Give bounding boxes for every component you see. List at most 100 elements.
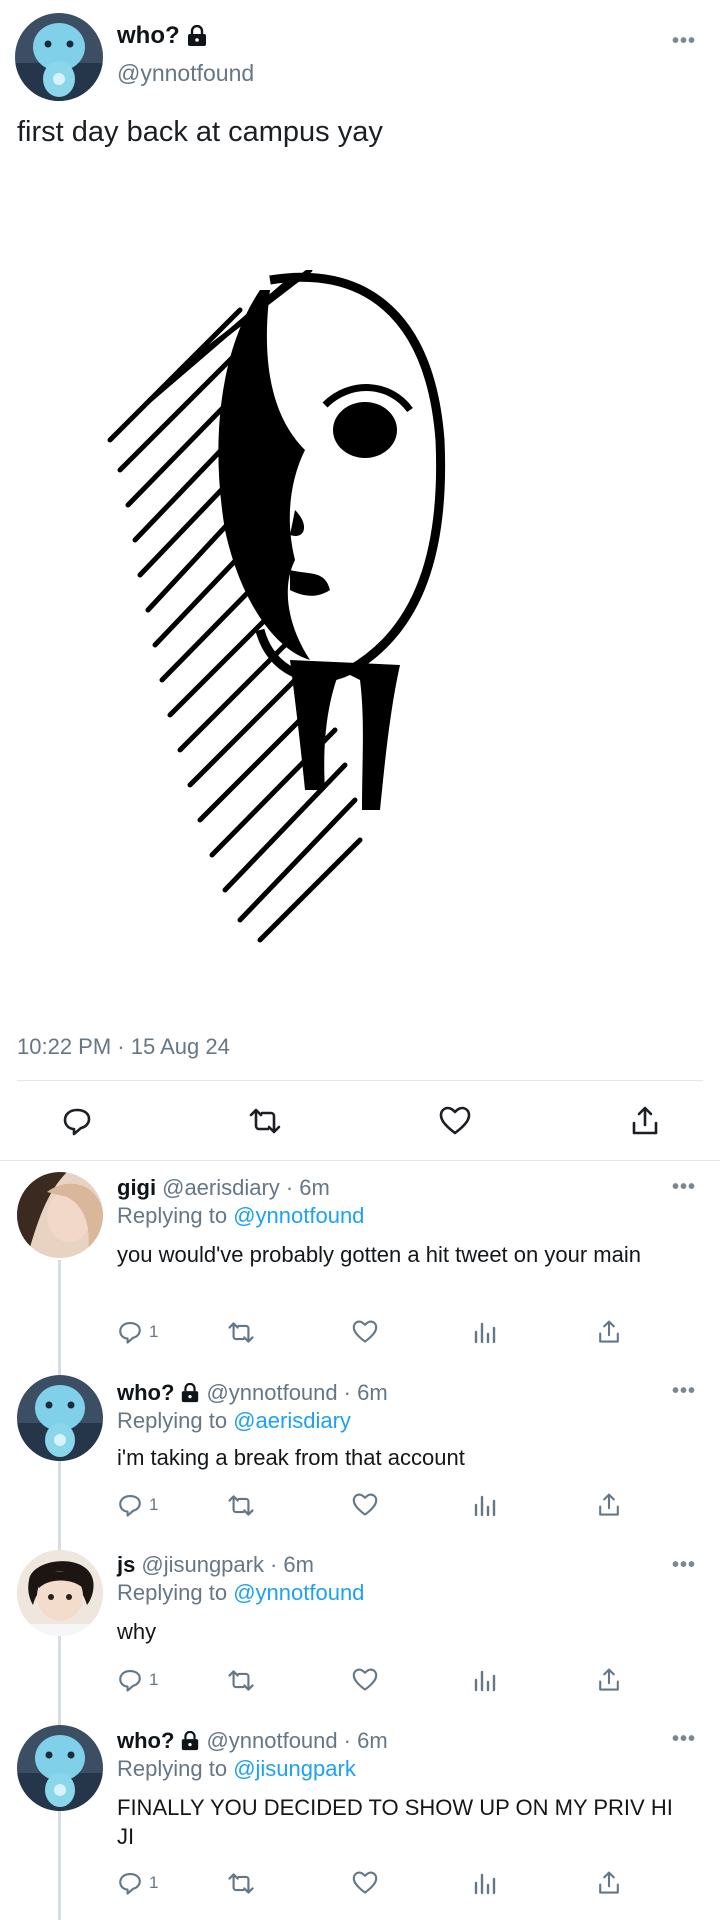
reply-icon [119, 1495, 141, 1517]
replying-to-prefix: Replying to [117, 1408, 228, 1433]
main-author[interactable]: who? [117, 22, 208, 50]
share-icon [599, 1668, 619, 1691]
reply-button[interactable]: 1 [117, 1665, 158, 1695]
reply-author-name[interactable]: who? [117, 1380, 174, 1406]
like-icon [439, 1106, 471, 1135]
lock-icon [182, 1383, 199, 1403]
replying-to-prefix: Replying to [117, 1203, 228, 1228]
photo-avatar-icon [17, 1550, 103, 1636]
reply-author-handle[interactable]: @aerisdiary [162, 1175, 280, 1201]
like-button[interactable] [352, 1490, 378, 1520]
retweet-button[interactable] [227, 1868, 255, 1898]
reply-icon [63, 1108, 91, 1136]
retweet-button[interactable] [227, 1665, 255, 1695]
main-avatar[interactable] [15, 13, 103, 101]
reply-text: FINALLY YOU DECIDED TO SHOW UP ON MY PRI… [117, 1795, 673, 1849]
retweet-button[interactable] [227, 1317, 255, 1347]
reply-avatar[interactable] [17, 1550, 103, 1636]
like-icon [352, 1493, 378, 1516]
share-button[interactable] [597, 1490, 621, 1520]
retweet-icon [228, 1321, 254, 1343]
lock-icon [182, 1731, 199, 1751]
share-button[interactable] [620, 1096, 670, 1146]
reply-count: 1 [149, 1873, 159, 1892]
reply-author-handle[interactable]: @jisungpark [141, 1552, 264, 1578]
more-options-icon[interactable]: ••• [672, 1728, 696, 1751]
like-icon [352, 1871, 378, 1894]
more-options-icon[interactable]: ••• [672, 1176, 696, 1199]
blue-figure-avatar-icon [17, 1725, 103, 1811]
reply-author-name[interactable]: who? [117, 1728, 174, 1754]
reply-button[interactable]: 1 [117, 1868, 158, 1898]
retweet-button[interactable] [227, 1490, 255, 1520]
share-icon [632, 1106, 658, 1135]
like-button[interactable] [352, 1317, 378, 1347]
more-options-icon[interactable]: ••• [672, 1380, 696, 1403]
retweet-icon [249, 1108, 281, 1134]
tweet-image[interactable] [100, 267, 560, 950]
analytics-button[interactable] [472, 1665, 496, 1695]
reply-button[interactable] [52, 1096, 102, 1146]
like-icon [352, 1320, 378, 1343]
reply-action-bar: 1 [117, 1317, 637, 1347]
reply-count: 1 [149, 1322, 159, 1341]
reply-header: js @jisungpark · 6m [117, 1552, 314, 1578]
blue-figure-avatar-icon [15, 13, 103, 101]
analytics-button[interactable] [472, 1490, 496, 1520]
tweet-timestamp[interactable]: 10:22 PM · 15 Aug 24 [17, 1034, 230, 1060]
analytics-button[interactable] [472, 1317, 496, 1347]
reply-icon [119, 1873, 141, 1895]
replying-to-link[interactable]: @ynnotfound [233, 1203, 364, 1228]
retweet-button[interactable] [240, 1096, 290, 1146]
share-button[interactable] [597, 1868, 621, 1898]
share-button[interactable] [597, 1665, 621, 1695]
reply-action-bar: 1 [117, 1490, 637, 1520]
reply-avatar[interactable] [17, 1172, 103, 1258]
more-options-icon[interactable]: ••• [672, 1554, 696, 1577]
reply-time: · 6m [343, 1728, 388, 1753]
replying-to-prefix: Replying to [117, 1756, 228, 1781]
reply-text: i'm taking a break from that account [117, 1445, 465, 1470]
replying-to-prefix: Replying to [117, 1580, 228, 1605]
reply-text: you would've probably gotten a hit tweet… [117, 1242, 641, 1267]
reply-text: why [117, 1619, 157, 1644]
reply-button[interactable]: 1 [117, 1317, 158, 1347]
reply-header: gigi @aerisdiary · 6m [117, 1175, 330, 1201]
reply-author-handle[interactable]: @ynnotfound [206, 1380, 337, 1406]
sketch-face-drawing-icon [100, 267, 560, 950]
share-icon [599, 1871, 619, 1894]
analytics-icon [474, 1873, 496, 1895]
reply-avatar[interactable] [17, 1725, 103, 1811]
main-author-name[interactable]: who? [117, 22, 180, 50]
reply-icon [119, 1670, 141, 1692]
reply-header: who? @ynnotfound · 6m [117, 1380, 388, 1406]
more-options-icon[interactable]: ••• [672, 30, 696, 53]
reply-time: · 6m [343, 1380, 388, 1405]
main-divider [0, 1160, 720, 1161]
reply-button[interactable]: 1 [117, 1490, 158, 1520]
like-button[interactable] [352, 1868, 378, 1898]
like-button[interactable] [430, 1096, 480, 1146]
like-button[interactable] [352, 1665, 378, 1695]
share-button[interactable] [597, 1317, 621, 1347]
retweet-icon [228, 1669, 254, 1691]
replying-to-link[interactable]: @aerisdiary [233, 1408, 351, 1433]
replying-to: Replying to @jisungpark [117, 1756, 356, 1782]
lock-icon [187, 25, 206, 46]
reply-avatar[interactable] [17, 1375, 103, 1461]
like-icon [352, 1668, 378, 1691]
main-tweet-text: first day back at campus yay [17, 116, 383, 148]
reply-time: · 6m [285, 1175, 330, 1200]
replying-to-link[interactable]: @jisungpark [233, 1756, 356, 1781]
reply-time: · 6m [269, 1552, 314, 1577]
share-icon [599, 1493, 619, 1516]
replying-to: Replying to @ynnotfound [117, 1203, 364, 1229]
replying-to-link[interactable]: @ynnotfound [233, 1580, 364, 1605]
analytics-button[interactable] [472, 1868, 496, 1898]
reply-author-name[interactable]: js [117, 1552, 135, 1578]
main-author-handle[interactable]: @ynnotfound [117, 60, 254, 87]
reply-author-handle[interactable]: @ynnotfound [206, 1728, 337, 1754]
share-icon [599, 1320, 619, 1343]
reply-author-name[interactable]: gigi [117, 1175, 156, 1201]
replying-to: Replying to @ynnotfound [117, 1580, 364, 1606]
